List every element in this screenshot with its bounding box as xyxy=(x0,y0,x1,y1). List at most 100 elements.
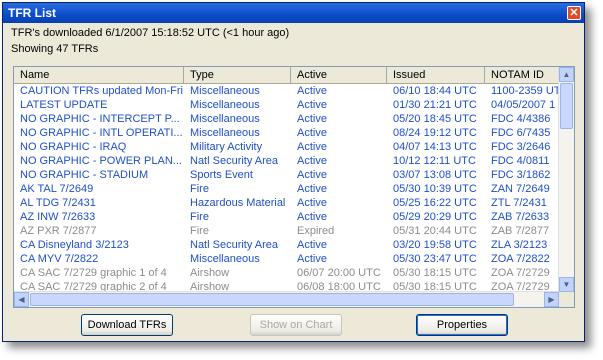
cell-notam: FDC 4/0811 xyxy=(491,155,550,167)
horizontal-scrollbar[interactable]: ◀ ▶ xyxy=(14,291,559,307)
cell-notam: ZOA 7/2729 xyxy=(491,267,550,279)
cell-notam: ZOA 7/2822 xyxy=(491,253,550,265)
cell-active: Active xyxy=(297,169,327,181)
table-row[interactable]: NO GRAPHIC - IRAQ Military Activity Active… xyxy=(14,140,561,154)
cell-name: AL TDG 7/2431 xyxy=(20,197,96,209)
scroll-up-button[interactable]: ▲ xyxy=(559,67,574,82)
title-bar[interactable]: TFR List ✕ xyxy=(3,3,584,23)
show-on-chart-button[interactable]: Show on Chart xyxy=(250,314,342,336)
cell-active: Active xyxy=(297,211,327,223)
arrow-right-icon: ▶ xyxy=(548,295,555,304)
cell-type: Miscellaneous xyxy=(190,127,260,139)
column-header-notam-id[interactable]: NOTAM ID xyxy=(485,67,561,83)
column-header-active[interactable]: Active xyxy=(291,67,387,83)
table-row[interactable]: CA MYV 7/2822 Miscellaneous Active 05/30 23… xyxy=(14,252,561,266)
table-row[interactable]: CAUTION TFRs updated Mon-Fri Miscellaneou… xyxy=(14,84,561,98)
table-row[interactable]: NO GRAPHIC - INTL OPERATI... Miscellaneou… xyxy=(14,126,561,140)
cell-issued: 05/20 18:45 UTC xyxy=(393,113,477,125)
column-header-type[interactable]: Type xyxy=(184,67,291,83)
cell-notam: FDC 6/7435 xyxy=(491,127,551,139)
cell-issued: 05/25 16:22 UTC xyxy=(393,197,477,209)
cell-name: NO GRAPHIC - POWER PLAN... xyxy=(20,155,182,167)
cell-active: Active xyxy=(297,141,327,153)
cell-notam: ZAN 7/2649 xyxy=(491,183,550,195)
cell-type: Miscellaneous xyxy=(190,85,260,97)
table-row[interactable]: NO GRAPHIC - STADIUM Sports Event Active 03… xyxy=(14,168,561,182)
cell-type: Fire xyxy=(190,211,209,223)
cell-notam: 1100-2359 UTC xyxy=(491,85,561,97)
cell-active: 06/07 20:00 UTC xyxy=(297,267,381,279)
cell-notam: ZTL 7/2431 xyxy=(491,197,547,209)
cell-active: Active xyxy=(297,155,327,167)
horizontal-scroll-thumb[interactable] xyxy=(30,293,514,306)
tfr-list-view[interactable]: Name Type Active Issued NOTAM ID CAUTION… xyxy=(13,66,575,308)
cell-type: Fire xyxy=(190,183,209,195)
window-title: TFR List xyxy=(8,6,56,20)
cell-active: Active xyxy=(297,127,327,139)
vertical-scroll-thumb[interactable] xyxy=(560,83,573,129)
cell-type: Natl Security Area xyxy=(190,155,279,167)
table-row[interactable]: LATEST UPDATE Miscellaneous Active 01/30 21… xyxy=(14,98,561,112)
column-header-name[interactable]: Name xyxy=(14,67,184,83)
cell-notam: ZAB 7/2877 xyxy=(491,225,550,237)
cell-type: Airshow xyxy=(190,267,230,279)
cell-name: CA SAC 7/2729 graphic 1 of 4 xyxy=(20,267,167,279)
cell-issued: 04/07 14:13 UTC xyxy=(393,141,477,153)
table-row[interactable]: CA Disneyland 3/2123 Natl Security Area Ac… xyxy=(14,238,561,252)
cell-notam: ZAB 7/2633 xyxy=(491,211,550,223)
cell-active: Active xyxy=(297,99,327,111)
cell-name: AZ INW 7/2633 xyxy=(20,211,96,223)
arrow-down-icon: ▼ xyxy=(562,280,571,289)
cell-notam: FDC 3/1862 xyxy=(491,169,551,181)
cell-type: Sports Event xyxy=(190,169,253,181)
table-row[interactable]: AZ INW 7/2633 Fire Active 05/29 20:29 UTC ZA… xyxy=(14,210,561,224)
table-row[interactable]: CA SAC 7/2729 graphic 1 of 4 Airshow 06/07… xyxy=(14,266,561,280)
cell-issued: 03/07 13:08 UTC xyxy=(393,169,477,181)
cell-issued: 05/31 20:44 UTC xyxy=(393,225,477,237)
cell-name: CA MYV 7/2822 xyxy=(20,253,99,265)
scroll-left-button[interactable]: ◀ xyxy=(14,292,29,307)
cell-issued: 01/30 21:21 UTC xyxy=(393,99,477,111)
scroll-down-button[interactable]: ▼ xyxy=(559,277,574,292)
cell-issued: 03/20 19:58 UTC xyxy=(393,239,477,251)
cell-name: CAUTION TFRs updated Mon-Fri xyxy=(20,85,184,97)
table-row[interactable]: AK TAL 7/2649 Fire Active 05/30 10:39 UTC ZA… xyxy=(14,182,561,196)
cell-active: Active xyxy=(297,85,327,97)
cell-issued: 05/29 20:29 UTC xyxy=(393,211,477,223)
table-row[interactable]: NO GRAPHIC - INTERCEPT P... Miscellaneous… xyxy=(14,112,561,126)
cell-type: Hazardous Material xyxy=(190,197,286,209)
cell-issued: 06/10 18:44 UTC xyxy=(393,85,477,97)
download-tfrs-button[interactable]: Download TFRs xyxy=(81,314,173,336)
close-icon: ✕ xyxy=(569,7,579,19)
cell-notam: FDC 4/4386 xyxy=(491,113,551,125)
cell-active: Active xyxy=(297,253,327,265)
cell-notam: FDC 3/2646 xyxy=(491,141,551,153)
cell-name: NO GRAPHIC - IRAQ xyxy=(20,141,127,153)
cell-type: Miscellaneous xyxy=(190,99,260,111)
cell-name: NO GRAPHIC - STADIUM xyxy=(20,169,149,181)
cell-name: LATEST UPDATE xyxy=(20,99,108,111)
cell-name: AK TAL 7/2649 xyxy=(20,183,94,195)
table-row[interactable]: NO GRAPHIC - POWER PLAN... Natl Security … xyxy=(14,154,561,168)
close-button[interactable]: ✕ xyxy=(567,6,581,20)
list-header: Name Type Active Issued NOTAM ID xyxy=(14,67,561,84)
tfr-count-text: Showing 47 TFRs xyxy=(11,43,99,55)
cell-issued: 05/30 10:39 UTC xyxy=(393,183,477,195)
cell-name: AZ PXR 7/2877 xyxy=(20,225,97,237)
properties-button[interactable]: Properties xyxy=(416,314,508,336)
cell-notam: 04/05/2007 1 xyxy=(491,99,556,111)
cell-issued: 05/30 18:15 UTC xyxy=(393,267,477,279)
cell-type: Natl Security Area xyxy=(190,239,279,251)
cell-name: NO GRAPHIC - INTL OPERATI... xyxy=(20,127,183,139)
vertical-scrollbar[interactable]: ▲ ▼ xyxy=(558,67,574,292)
table-row[interactable]: AZ PXR 7/2877 Fire Expired 05/31 20:44 UTC Z… xyxy=(14,224,561,238)
cell-notam: ZLA 3/2123 xyxy=(491,239,548,251)
arrow-left-icon: ◀ xyxy=(18,295,25,304)
column-header-issued[interactable]: Issued xyxy=(387,67,485,83)
cell-active: Active xyxy=(297,239,327,251)
cell-name: CA Disneyland 3/2123 xyxy=(20,239,129,251)
table-row[interactable]: AL TDG 7/2431 Hazardous Material Active 05/… xyxy=(14,196,561,210)
download-status-text: TFR's downloaded 6/1/2007 15:18:52 UTC (… xyxy=(11,27,290,39)
scroll-right-button[interactable]: ▶ xyxy=(544,292,559,307)
cell-active: Active xyxy=(297,183,327,195)
